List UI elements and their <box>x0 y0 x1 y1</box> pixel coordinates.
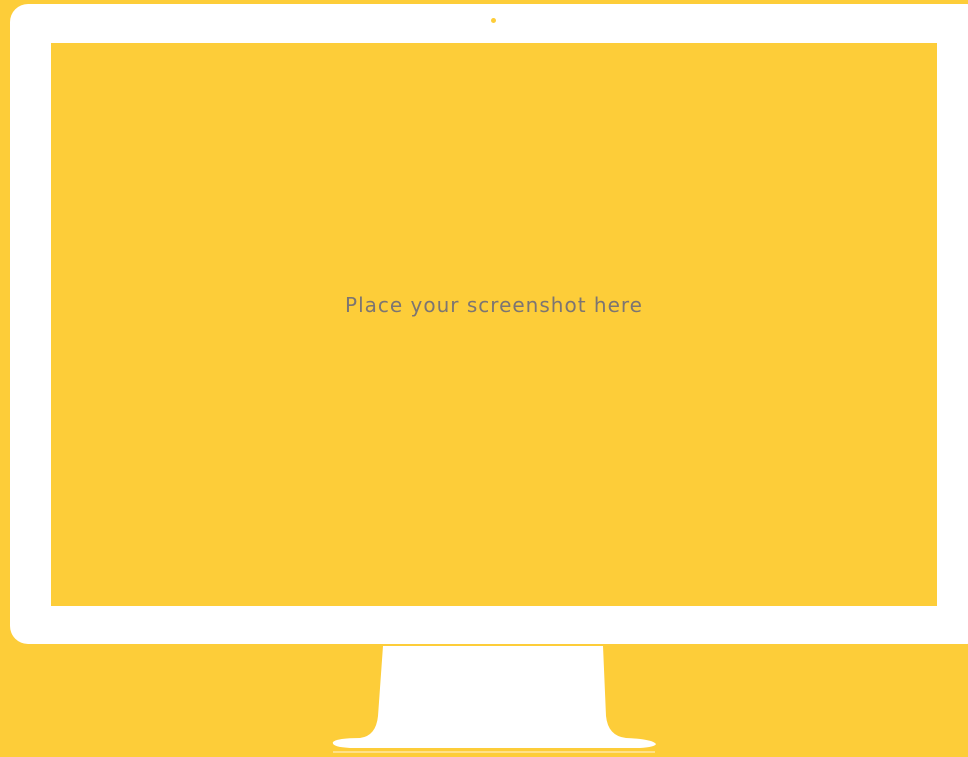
screenshot-placeholder-text: Place your screenshot here <box>345 292 643 317</box>
stand-neck <box>360 646 626 738</box>
camera-dot-icon <box>491 18 496 23</box>
screen-area: Place your screenshot here <box>51 43 937 606</box>
stand-base <box>332 738 656 748</box>
